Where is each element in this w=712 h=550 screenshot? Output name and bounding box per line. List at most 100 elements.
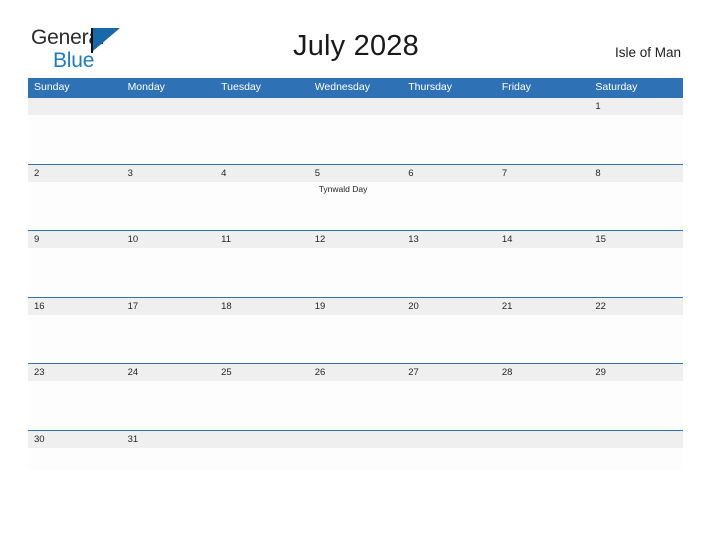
week-row: 23 24 25 26 27 28 29 bbox=[28, 363, 683, 430]
day-number[interactable]: 14 bbox=[496, 231, 590, 248]
day-number[interactable] bbox=[28, 98, 122, 115]
day-number[interactable]: 15 bbox=[589, 231, 683, 248]
day-number[interactable]: 2 bbox=[28, 165, 122, 182]
day-number[interactable]: 5 bbox=[309, 165, 403, 182]
day-event[interactable] bbox=[589, 248, 683, 297]
day-number[interactable] bbox=[589, 431, 683, 448]
day-event[interactable] bbox=[496, 248, 590, 297]
day-number[interactable] bbox=[309, 98, 403, 115]
day-event[interactable] bbox=[589, 448, 683, 470]
day-event[interactable] bbox=[122, 182, 216, 231]
week-event-band: Tynwald Day bbox=[28, 181, 683, 231]
day-event[interactable] bbox=[496, 381, 590, 430]
day-event[interactable] bbox=[589, 381, 683, 430]
day-number[interactable]: 7 bbox=[496, 165, 590, 182]
day-number[interactable]: 16 bbox=[28, 298, 122, 315]
day-number[interactable]: 29 bbox=[589, 364, 683, 381]
day-number[interactable]: 6 bbox=[402, 165, 496, 182]
day-number[interactable]: 25 bbox=[215, 364, 309, 381]
weekday-header-row: Sunday Monday Tuesday Wednesday Thursday… bbox=[28, 78, 683, 97]
day-number[interactable]: 18 bbox=[215, 298, 309, 315]
week-row: 16 17 18 19 20 21 22 bbox=[28, 296, 683, 364]
day-event[interactable] bbox=[402, 182, 496, 231]
day-number[interactable]: 30 bbox=[28, 431, 122, 448]
day-number[interactable]: 19 bbox=[309, 298, 403, 315]
week-number-band: 9 10 11 12 13 14 15 bbox=[28, 231, 683, 248]
day-event[interactable] bbox=[28, 381, 122, 430]
day-event[interactable] bbox=[122, 381, 216, 430]
day-event[interactable] bbox=[28, 315, 122, 364]
day-number[interactable] bbox=[309, 431, 403, 448]
week-event-band bbox=[28, 314, 683, 364]
day-number[interactable]: 12 bbox=[309, 231, 403, 248]
day-event[interactable] bbox=[309, 115, 403, 164]
day-event[interactable] bbox=[496, 315, 590, 364]
day-event[interactable] bbox=[122, 115, 216, 164]
page-header: General Blue July 2028 Isle of Man bbox=[0, 0, 712, 78]
day-number[interactable]: 26 bbox=[309, 364, 403, 381]
day-event[interactable]: Tynwald Day bbox=[309, 182, 403, 231]
day-number[interactable] bbox=[215, 431, 309, 448]
day-number[interactable]: 9 bbox=[28, 231, 122, 248]
day-event[interactable] bbox=[122, 448, 216, 470]
weekday-header-friday: Friday bbox=[501, 81, 531, 93]
day-event[interactable] bbox=[589, 115, 683, 164]
day-event[interactable] bbox=[215, 182, 309, 231]
day-number[interactable]: 22 bbox=[589, 298, 683, 315]
day-event[interactable] bbox=[589, 182, 683, 231]
day-event[interactable] bbox=[309, 381, 403, 430]
day-event[interactable] bbox=[28, 182, 122, 231]
week-row: 30 31 bbox=[28, 429, 683, 470]
day-event[interactable] bbox=[215, 381, 309, 430]
day-event[interactable] bbox=[402, 248, 496, 297]
day-number[interactable]: 13 bbox=[402, 231, 496, 248]
weekday-header-monday: Monday bbox=[127, 81, 165, 93]
day-event[interactable] bbox=[28, 448, 122, 470]
day-event[interactable] bbox=[122, 248, 216, 297]
day-number[interactable] bbox=[122, 98, 216, 115]
day-event[interactable] bbox=[215, 115, 309, 164]
week-event-band bbox=[28, 381, 683, 430]
day-number[interactable]: 31 bbox=[122, 431, 216, 448]
day-number[interactable]: 10 bbox=[122, 231, 216, 248]
weekday-header-sunday: Sunday bbox=[34, 81, 70, 93]
day-event[interactable] bbox=[309, 315, 403, 364]
day-event[interactable] bbox=[402, 381, 496, 430]
day-number[interactable]: 20 bbox=[402, 298, 496, 315]
day-event[interactable] bbox=[496, 115, 590, 164]
day-number[interactable]: 23 bbox=[28, 364, 122, 381]
day-event[interactable] bbox=[215, 248, 309, 297]
day-event[interactable] bbox=[402, 448, 496, 470]
day-number[interactable]: 1 bbox=[589, 98, 683, 115]
day-number[interactable]: 8 bbox=[589, 165, 683, 182]
week-number-band: 30 31 bbox=[28, 430, 683, 448]
day-event[interactable] bbox=[215, 315, 309, 364]
day-event[interactable] bbox=[589, 315, 683, 364]
day-number[interactable]: 17 bbox=[122, 298, 216, 315]
day-number[interactable]: 4 bbox=[215, 165, 309, 182]
day-event[interactable] bbox=[496, 448, 590, 470]
day-event[interactable] bbox=[309, 248, 403, 297]
day-event[interactable] bbox=[28, 248, 122, 297]
day-number[interactable]: 11 bbox=[215, 231, 309, 248]
day-number[interactable]: 24 bbox=[122, 364, 216, 381]
day-event[interactable] bbox=[215, 448, 309, 470]
day-number[interactable] bbox=[402, 98, 496, 115]
day-event[interactable] bbox=[402, 315, 496, 364]
day-event[interactable] bbox=[309, 448, 403, 470]
day-event[interactable] bbox=[402, 115, 496, 164]
week-row: 9 10 11 12 13 14 15 bbox=[28, 230, 683, 297]
day-number[interactable]: 21 bbox=[496, 298, 590, 315]
day-number[interactable]: 3 bbox=[122, 165, 216, 182]
day-number[interactable] bbox=[215, 98, 309, 115]
day-number[interactable] bbox=[496, 431, 590, 448]
week-number-band: 23 24 25 26 27 28 29 bbox=[28, 364, 683, 381]
day-number[interactable]: 28 bbox=[496, 364, 590, 381]
day-event[interactable] bbox=[28, 115, 122, 164]
day-event[interactable] bbox=[122, 315, 216, 364]
day-number[interactable] bbox=[496, 98, 590, 115]
day-event[interactable] bbox=[496, 182, 590, 231]
day-number[interactable] bbox=[402, 431, 496, 448]
weekday-header-saturday: Saturday bbox=[595, 81, 638, 93]
day-number[interactable]: 27 bbox=[402, 364, 496, 381]
